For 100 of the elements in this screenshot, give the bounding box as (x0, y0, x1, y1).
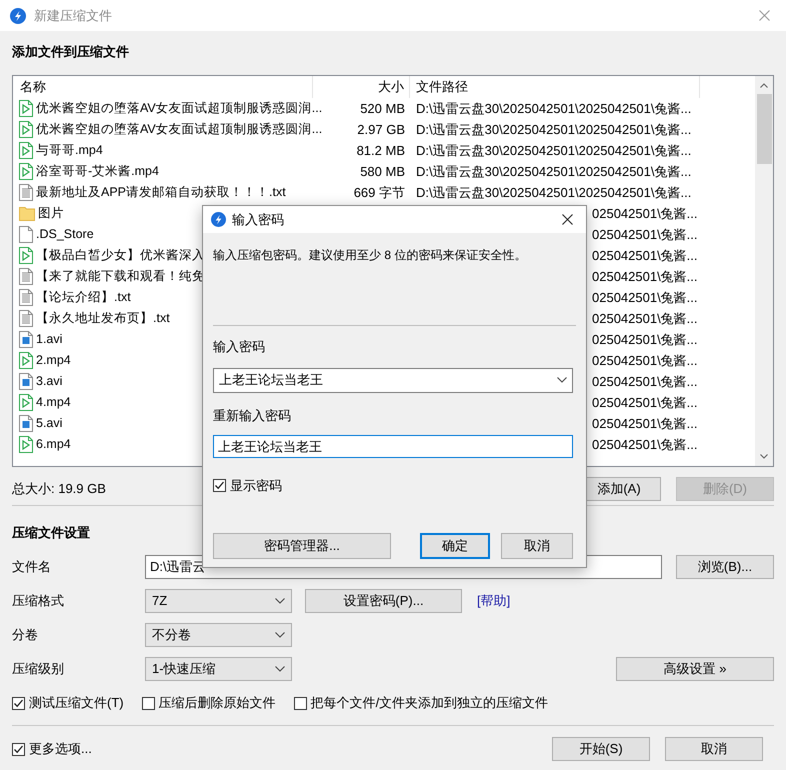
file-name[interactable]: 6.mp4 (36, 435, 71, 454)
file-path: 025042501\兔酱... (592, 226, 698, 244)
section-heading: 压缩文件设置 (12, 525, 91, 541)
file-name[interactable]: 与哥哥.mp4 (36, 141, 103, 160)
chevron-down-icon (275, 598, 285, 604)
file-path: 025042501\兔酱... (592, 268, 698, 286)
file-path: D:\迅雷云盘30\2025042501\2025042501\兔酱... (416, 120, 692, 139)
checkbox-label[interactable]: 压缩后删除原始文件 (158, 693, 276, 713)
chevron-down-icon (275, 632, 285, 638)
text-file-icon (19, 310, 33, 327)
file-path: D:\迅雷云盘30\2025042501\2025042501\兔酱... (416, 100, 692, 118)
chevron-down-icon (275, 666, 285, 672)
file-name[interactable]: 3.avi (36, 372, 62, 391)
field-label: 重新输入密码 (213, 406, 292, 424)
file-size: 580 MB (360, 162, 405, 181)
scrollbar[interactable] (755, 76, 773, 466)
file-path: 025042501\兔酱... (592, 288, 698, 307)
file-name[interactable]: 优米酱空姐の堕落AV女友面试超顶制服诱惑圆润... (36, 99, 322, 118)
video-file-icon (19, 394, 33, 411)
file-path: 025042501\兔酱... (592, 394, 698, 412)
file-path: D:\迅雷云盘30\2025042501\2025042501\兔酱... (416, 184, 692, 202)
file-name[interactable]: 2.mp4 (36, 351, 71, 370)
checkbox[interactable] (213, 479, 226, 492)
dialog-button[interactable]: 确定 (420, 532, 490, 558)
video-file-icon (19, 436, 33, 453)
video-file-icon (19, 121, 33, 138)
file-name[interactable]: 优米酱空姐の堕落AV女友面试超顶制服诱惑圆润... (36, 120, 322, 139)
field-label: 分卷 (12, 626, 39, 644)
file-path: 025042501\兔酱... (592, 436, 698, 454)
file-name[interactable]: 【论坛介绍】.txt (36, 288, 131, 307)
field-label: 压缩格式 (12, 592, 65, 610)
column-header[interactable]: 名称 (13, 76, 313, 98)
checkbox[interactable] (12, 742, 25, 756)
column-header[interactable]: 大小 (313, 76, 410, 98)
video-file-icon (19, 142, 33, 159)
text-file-icon (19, 268, 33, 285)
file-name[interactable]: 5.avi (36, 414, 62, 433)
file-path: 025042501\兔酱... (592, 246, 698, 265)
chevron-down-icon (557, 377, 567, 383)
file-name[interactable]: 4.mp4 (36, 393, 71, 412)
help-link[interactable]: [帮助] (477, 591, 510, 611)
checkbox-label[interactable]: 把每个文件/文件夹添加到独立的压缩文件 (310, 693, 548, 713)
scroll-down-icon[interactable] (760, 454, 768, 459)
password-combo[interactable]: 上老王论坛当老王 (213, 368, 573, 392)
video-file-icon (19, 352, 33, 369)
text-file-icon (19, 184, 33, 201)
level-select[interactable]: 1-快速压缩 (145, 657, 292, 681)
file-path: 025042501\兔酱... (592, 310, 698, 328)
media-file-icon (19, 331, 33, 348)
section-heading: 添加文件到压缩文件 (12, 44, 130, 60)
window-title: 新建压缩文件 (34, 6, 112, 25)
checkbox[interactable] (142, 696, 155, 710)
file-name[interactable]: 最新地址及APP请发邮箱自动获取！！！.txt (36, 183, 286, 202)
dialog-button[interactable]: 取消 (501, 532, 573, 558)
cancel-button[interactable]: 取消 (665, 737, 763, 761)
file-path: 025042501\兔酱... (592, 352, 698, 370)
dialog-description: 输入压缩包密码。建议使用至少 8 位的密码来保证安全性。 (213, 247, 528, 264)
format-select[interactable]: 7Z (145, 589, 292, 613)
split-select[interactable]: 不分卷 (145, 623, 292, 647)
checkbox-label[interactable]: 更多选项... (29, 739, 92, 759)
file-icon (19, 226, 33, 243)
media-file-icon (19, 373, 33, 390)
text-file-icon (19, 289, 33, 306)
confirm-password-field[interactable]: 上老王论坛当老王 (213, 435, 573, 458)
file-name[interactable]: 【永久地址发布页】.txt (36, 309, 170, 328)
scrollbar-thumb[interactable] (756, 94, 772, 164)
file-name[interactable]: .DS_Store (36, 225, 94, 244)
file-size: 520 MB (360, 100, 405, 118)
file-path: 025042501\兔酱... (592, 204, 698, 223)
file-path: 025042501\兔酱... (592, 330, 698, 349)
app-logo-icon (211, 212, 226, 227)
dialog-title: 输入密码 (232, 210, 284, 229)
checkbox-label[interactable]: 显示密码 (230, 476, 282, 496)
video-file-icon (19, 163, 33, 180)
media-file-icon (19, 415, 33, 432)
checkbox-label[interactable]: 测试压缩文件(T) (29, 693, 124, 713)
file-size: 669 字节 (354, 184, 405, 202)
column-header[interactable]: 文件路径 (410, 76, 700, 98)
file-size: 2.97 GB (357, 120, 405, 139)
set-password-button[interactable]: 设置密码(P)... (305, 589, 462, 613)
file-name[interactable]: 图片 (38, 204, 64, 223)
file-path: 025042501\兔酱... (592, 372, 698, 391)
total-size: 总大小: 19.9 GB (12, 480, 106, 498)
file-name[interactable]: 浴室哥哥-艾米酱.mp4 (36, 162, 159, 181)
checkbox[interactable] (12, 696, 25, 710)
field-label: 文件名 (12, 558, 52, 576)
checkbox[interactable] (294, 696, 307, 710)
browse-button[interactable]: 浏览(B)... (676, 555, 774, 579)
file-size: 81.2 MB (356, 142, 405, 160)
dialog-button[interactable]: 密码管理器... (213, 532, 391, 558)
close-icon[interactable] (562, 214, 573, 225)
app-logo-icon (10, 8, 26, 24)
advanced-settings-button[interactable]: 高级设置 » (616, 657, 774, 681)
field-label: 输入密码 (213, 338, 266, 356)
file-name[interactable]: 1.avi (36, 330, 62, 349)
field-label: 压缩级别 (12, 660, 65, 678)
file-path: D:\迅雷云盘30\2025042501\2025042501\兔酱... (416, 142, 692, 160)
scroll-up-icon[interactable] (760, 83, 768, 88)
start-button[interactable]: 开始(S) (552, 737, 650, 761)
video-file-icon (19, 100, 33, 117)
